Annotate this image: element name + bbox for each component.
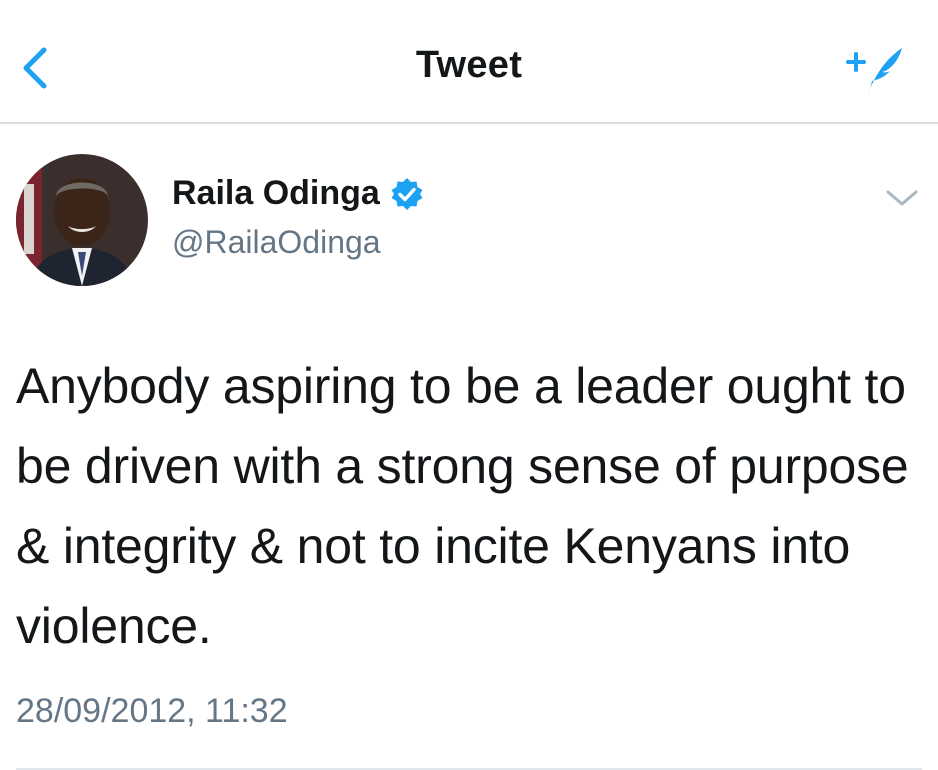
author-handle[interactable]: @RailaOdinga <box>172 224 381 261</box>
tweet-timestamp: 28/09/2012, 11:32 <box>16 692 288 730</box>
tweet-text: Anybody aspiring to be a leader ought to… <box>16 358 909 654</box>
tweet-options-button[interactable] <box>884 186 920 210</box>
compose-tweet-icon <box>846 48 902 94</box>
navigation-bar: Tweet <box>0 0 938 124</box>
author-name[interactable]: Raila Odinga <box>172 174 380 213</box>
author-name-row: Raila Odinga <box>172 174 424 213</box>
page-title: Tweet <box>415 44 523 86</box>
tweet-detail: Raila Odinga @RailaOdinga Anybody aspiri… <box>0 124 938 770</box>
profile-photo-icon <box>16 154 148 286</box>
chevron-down-icon <box>886 190 918 206</box>
compose-tweet-button[interactable] <box>846 40 906 100</box>
avatar[interactable] <box>16 154 148 286</box>
verified-badge-icon <box>391 177 423 210</box>
